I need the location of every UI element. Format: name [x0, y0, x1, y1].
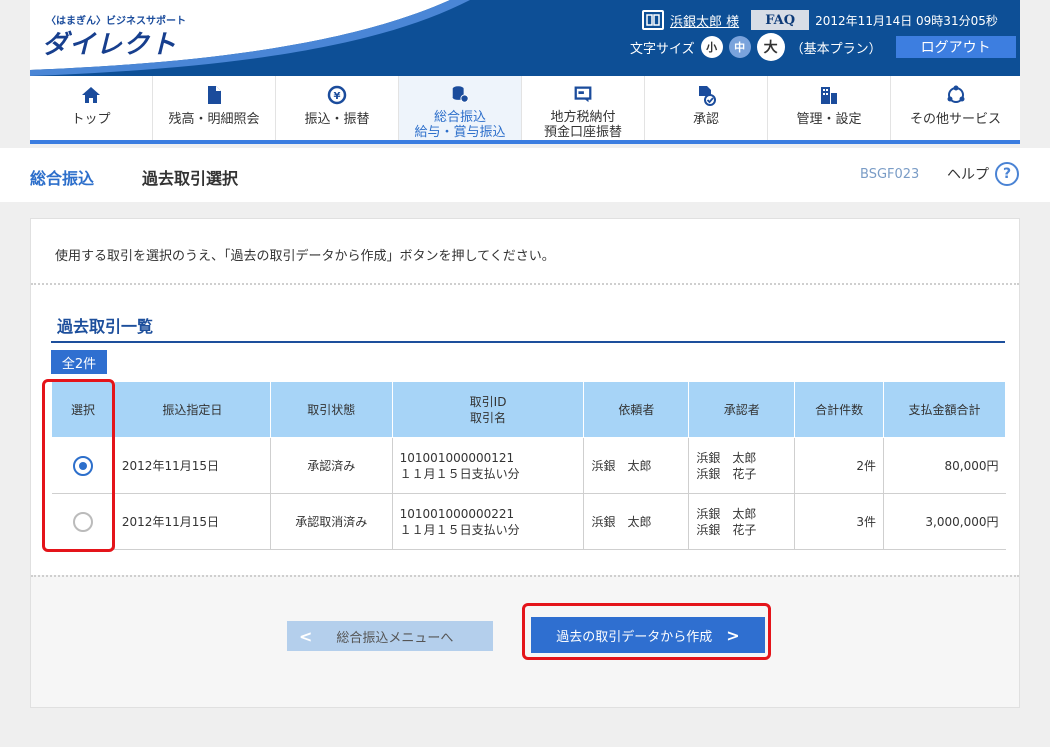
- page-category: 総合振込: [30, 169, 95, 188]
- page-header: 総合振込 過去取引選択 BSGF023 ヘルプ ?: [0, 148, 1050, 202]
- col-status: 取引状態: [269, 381, 393, 438]
- nav-other-services[interactable]: その他サービス: [891, 76, 1020, 140]
- col-date: 振込指定日: [113, 381, 271, 438]
- faq-button[interactable]: FAQ: [751, 10, 810, 30]
- font-medium-button[interactable]: 中: [728, 36, 751, 58]
- header-bar: 〈はまぎん〉ビジネスサポート ダイレクト 浜銀太郎 様 FAQ 2012年11月…: [30, 0, 1020, 76]
- instruction-text: 使用する取引を選択のうえ、「過去の取引データから作成」ボタンを押してください。: [55, 249, 555, 264]
- status-cell: 承認済み: [270, 437, 393, 494]
- section-title: 過去取引一覧: [57, 317, 154, 336]
- col-name: 取引名: [470, 410, 507, 425]
- amount-cell: 80,000円: [883, 437, 1006, 494]
- nav-label: その他サービス: [909, 112, 1001, 127]
- count-badge: 全2件: [51, 350, 107, 374]
- approver-2: 浜銀 花子: [696, 522, 757, 537]
- table-row: 2012年11月15日 承認取消済み 101001000000221 １１月１５…: [51, 493, 1006, 550]
- approver-2: 浜銀 花子: [696, 466, 757, 481]
- login-datetime: 2012年11月14日 09時31分05秒: [815, 13, 998, 28]
- back-button-label: 総合振込メニューへ: [336, 630, 454, 646]
- id-name-cell: 101001000000221 １１月１５日支払い分: [392, 493, 585, 550]
- help-link[interactable]: ヘルプ ?: [947, 162, 1019, 186]
- nav-label: 地方税納付: [550, 110, 616, 125]
- status-cell: 承認取消済み: [270, 493, 393, 550]
- date-cell: 2012年11月15日: [114, 493, 271, 550]
- col-requester: 依頼者: [583, 381, 690, 438]
- col-count: 合計件数: [794, 381, 885, 438]
- approver-1: 浜銀 太郎: [696, 450, 757, 465]
- nav-label-sub: 預金口座振替: [543, 125, 622, 140]
- nav-label-sub: 給与・賞与振込: [414, 125, 506, 140]
- approver-cell: 浜銀 太郎 浜銀 花子: [688, 437, 796, 494]
- divider: [31, 575, 1019, 577]
- col-amount: 支払金額合計: [883, 381, 1006, 438]
- amount-cell: 3,000,000円: [883, 493, 1006, 550]
- help-label: ヘルプ: [947, 167, 989, 183]
- font-size-selector: 文字サイズ 小 中 大 （基本プラン） ログアウト: [630, 33, 1016, 61]
- date-cell: 2012年11月15日: [114, 437, 271, 494]
- approver-1: 浜銀 太郎: [696, 506, 757, 521]
- home-icon: [82, 87, 100, 103]
- nav-approval[interactable]: 承認: [645, 76, 768, 140]
- count-cell: 3件: [794, 493, 885, 550]
- col-id-name: 取引ID 取引名: [391, 381, 585, 438]
- chevron-left-icon: <: [299, 626, 313, 646]
- logo-title: ダイレクト: [42, 30, 178, 60]
- transaction-id: 101001000000221: [399, 506, 515, 521]
- nav-label: 管理・設定: [796, 112, 862, 127]
- back-to-menu-button[interactable]: < 総合振込メニューへ: [287, 621, 493, 651]
- coins-icon: [452, 86, 469, 103]
- nav-label: 総合振込: [433, 110, 486, 125]
- nav-bulk-transfer[interactable]: 総合振込 給与・賞与振込: [399, 76, 522, 140]
- nav-balance[interactable]: 残高・明細照会: [153, 76, 276, 140]
- font-large-button[interactable]: 大: [756, 33, 785, 61]
- page-title: 過去取引選択: [142, 169, 239, 188]
- user-name-link[interactable]: 浜銀太郎 様: [670, 11, 739, 30]
- nav-label: 振込・振替: [304, 112, 370, 127]
- transaction-name: １１月１５日支払い分: [399, 522, 520, 537]
- table-header-row: 選択 振込指定日 取引状態 取引ID 取引名 依頼者 承認者 合計件数 支払金額…: [51, 381, 1006, 438]
- yen-transfer-icon: ¥: [327, 85, 347, 105]
- svg-text:¥: ¥: [334, 91, 341, 102]
- help-icon: ?: [995, 162, 1019, 186]
- col-approver: 承認者: [688, 381, 796, 438]
- divider: [31, 283, 1019, 285]
- nav-management[interactable]: 管理・設定: [768, 76, 891, 140]
- approve-icon: [699, 86, 716, 106]
- requester-cell: 浜銀 太郎: [583, 493, 690, 550]
- user-area: 浜銀太郎 様 FAQ 2012年11月14日 09時31分05秒: [642, 9, 998, 31]
- nav-top[interactable]: トップ: [30, 76, 153, 140]
- transaction-id: 101001000000121: [399, 450, 515, 465]
- highlight-frame-create-button: [522, 603, 771, 660]
- col-id: 取引ID: [469, 394, 507, 409]
- highlight-frame-select-column: [42, 379, 115, 552]
- id-name-cell: 101001000000121 １１月１５日支払い分: [392, 437, 585, 494]
- other-services-icon: [947, 85, 964, 103]
- count-cell: 2件: [794, 437, 885, 494]
- nav-label: 残高・明細照会: [168, 112, 260, 127]
- global-nav: トップ 残高・明細照会 ¥ 振込・振替 総合振込 給与・賞与振込 地方税納付 預…: [30, 76, 1020, 144]
- table-row: 2012年11月15日 承認済み 101001000000121 １１月１５日支…: [51, 437, 1006, 494]
- plan-label: （基本プラン）: [790, 41, 882, 57]
- nav-label: 承認: [692, 112, 719, 127]
- logout-button[interactable]: ログアウト: [895, 36, 1016, 58]
- screen-id: BSGF023: [860, 167, 920, 182]
- bank-mark-icon: [642, 10, 664, 30]
- document-icon: [208, 86, 221, 104]
- approver-cell: 浜銀 太郎 浜銀 花子: [688, 493, 796, 550]
- nav-local-tax[interactable]: 地方税納付 預金口座振替: [522, 76, 645, 140]
- transaction-name: １１月１５日支払い分: [399, 466, 520, 481]
- past-transactions-table: 選択 振込指定日 取引状態 取引ID 取引名 依頼者 承認者 合計件数 支払金額…: [51, 381, 1006, 550]
- tax-icon: [574, 86, 592, 103]
- section-underline: [51, 341, 1005, 343]
- nav-label: トップ: [71, 112, 111, 127]
- requester-cell: 浜銀 太郎: [583, 437, 690, 494]
- nav-transfer[interactable]: ¥ 振込・振替: [276, 76, 399, 140]
- settings-building-icon: [821, 87, 837, 104]
- font-small-button[interactable]: 小: [700, 36, 723, 58]
- font-size-label: 文字サイズ: [630, 41, 695, 57]
